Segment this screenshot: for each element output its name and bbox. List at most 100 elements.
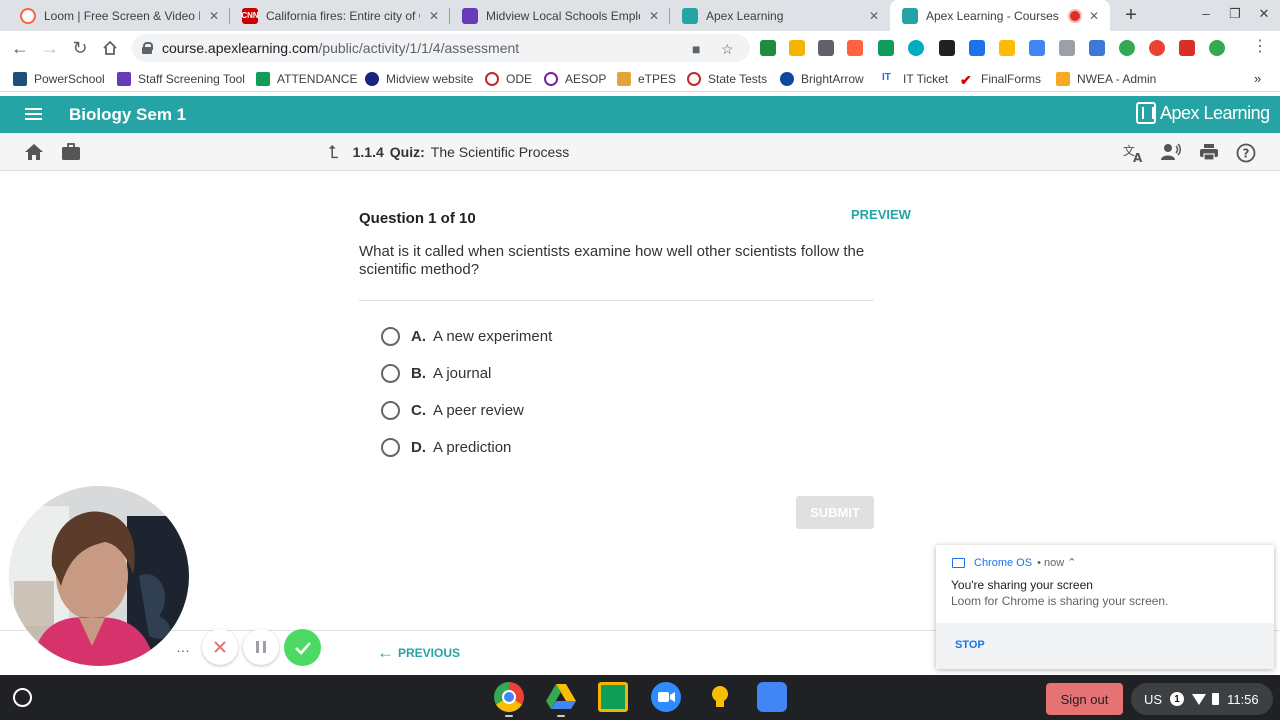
extension-icon[interactable] — [908, 40, 924, 56]
option-text: A journal — [433, 364, 492, 382]
option-text: A prediction — [433, 438, 512, 456]
extension-icon[interactable] — [1059, 40, 1075, 56]
briefcase-icon[interactable] — [61, 143, 81, 161]
course-title: Biology Sem 1 — [69, 105, 187, 124]
close-icon[interactable]: ✕ — [646, 8, 662, 24]
google-drive-icon[interactable] — [546, 682, 576, 712]
close-icon[interactable]: ✕ — [426, 8, 442, 24]
extension-icon[interactable] — [1149, 40, 1165, 56]
extension-icon[interactable] — [789, 40, 805, 56]
bookmarks-overflow-icon[interactable]: » — [1254, 70, 1261, 87]
google-keep-icon[interactable] — [705, 682, 735, 712]
bookmark-ode[interactable]: ODE — [485, 70, 532, 87]
extension-icon[interactable] — [1179, 40, 1195, 56]
sign-out-button[interactable]: Sign out — [1046, 683, 1123, 715]
extension-icon[interactable] — [818, 40, 834, 56]
bookmark-etpes[interactable]: eTPES — [617, 70, 676, 87]
google-classroom-icon[interactable] — [598, 682, 628, 712]
answer-option-d[interactable]: D. A prediction — [381, 437, 511, 457]
forward-icon[interactable]: → — [39, 37, 61, 59]
loom-cancel-button[interactable] — [202, 629, 238, 665]
bookmark-nwea[interactable]: NWEA - Admin — [1056, 70, 1156, 87]
bookmark-midview[interactable]: Midview website — [365, 70, 473, 87]
extension-icon[interactable] — [1089, 40, 1105, 56]
lock-icon — [142, 42, 153, 54]
arrow-left-icon: ← — [377, 643, 394, 662]
tab-apex-courses[interactable]: Apex Learning - Courses ✕ — [890, 0, 1110, 31]
more-icon: … — [176, 639, 190, 655]
close-icon[interactable]: ✕ — [206, 8, 222, 24]
minimize-icon[interactable]: – — [1196, 6, 1216, 21]
bookmark-label: FinalForms — [981, 71, 1042, 86]
answer-option-b[interactable]: B. A journal — [381, 363, 491, 383]
close-icon[interactable]: ✕ — [1086, 8, 1102, 24]
extension-icon[interactable] — [1119, 40, 1135, 56]
tab-midview-forms[interactable]: Midview Local Schools Employe ✕ — [450, 0, 670, 31]
answer-option-a[interactable]: A. A new experiment — [381, 326, 552, 346]
translate-icon[interactable]: 文A — [1123, 143, 1143, 165]
input-locale: US — [1144, 691, 1163, 707]
notification-time[interactable]: • now ⌃ — [1037, 556, 1076, 569]
chrome-icon[interactable] — [494, 682, 524, 712]
extension-icon[interactable] — [999, 40, 1015, 56]
extension-icon[interactable] — [878, 40, 894, 56]
bookmark-staff-screening[interactable]: Staff Screening Tool — [117, 70, 245, 87]
bookmark-attendance[interactable]: ATTENDANCE — [256, 70, 357, 87]
bookmark-aesop[interactable]: AESOP — [544, 70, 606, 87]
bookmark-state-tests[interactable]: State Tests — [687, 70, 767, 87]
extension-icon[interactable] — [1029, 40, 1045, 56]
menu-icon[interactable] — [25, 108, 42, 121]
home-icon[interactable] — [24, 143, 44, 161]
submit-button[interactable]: SUBMIT — [796, 496, 874, 529]
bookmark-label: eTPES — [638, 71, 677, 86]
bookmark-finalforms[interactable]: ✔ FinalForms — [960, 70, 1042, 88]
reload-icon[interactable]: ↻ — [69, 37, 91, 59]
svg-text:A: A — [1133, 151, 1143, 163]
loom-pause-button[interactable] — [243, 629, 279, 665]
bookmark-label: PowerSchool — [34, 71, 105, 86]
apex-logo: Apex Learning — [1136, 102, 1270, 124]
extension-icon[interactable] — [760, 40, 776, 56]
close-window-icon[interactable]: ✕ — [1254, 6, 1274, 22]
loom-finish-button[interactable] — [284, 629, 321, 666]
radio-button[interactable] — [381, 363, 400, 383]
extension-icon[interactable] — [1209, 40, 1225, 56]
tab-loom[interactable]: Loom | Free Screen & Video Rec ✕ — [8, 0, 230, 31]
home-icon[interactable] — [99, 37, 121, 59]
address-bar[interactable]: course.apexlearning.com/public/activity/… — [132, 34, 750, 62]
extension-icon[interactable] — [939, 40, 955, 56]
text-to-speech-icon[interactable] — [1160, 143, 1181, 161]
webcam-bubble[interactable] — [9, 486, 189, 666]
files-icon[interactable] — [757, 682, 787, 712]
extension-icon[interactable] — [847, 40, 863, 56]
star-icon[interactable]: ☆ — [721, 41, 734, 58]
answer-option-c[interactable]: C. A peer review — [381, 400, 524, 420]
tab-title: Loom | Free Screen & Video Rec — [44, 8, 200, 23]
restore-icon[interactable]: ❐ — [1225, 6, 1245, 22]
zoom-icon[interactable] — [651, 682, 681, 712]
stop-sharing-button[interactable]: STOP — [955, 639, 985, 651]
help-icon[interactable]: ? — [1236, 143, 1256, 163]
bookmark-powerschool[interactable]: PowerSchool — [13, 70, 105, 87]
tab-apex-learning[interactable]: Apex Learning ✕ — [670, 0, 890, 31]
launcher-icon[interactable] — [13, 688, 32, 707]
back-icon[interactable]: ← — [9, 37, 31, 59]
camera-icon[interactable]: ■ — [692, 41, 700, 57]
radio-button[interactable] — [381, 437, 400, 457]
print-icon[interactable] — [1199, 143, 1219, 161]
tab-cnn[interactable]: CNN California fires: Entire city of Ca … — [230, 0, 450, 31]
up-arrow-icon[interactable]: ⮤ — [328, 143, 339, 161]
loom-more-button[interactable]: … — [170, 634, 196, 660]
previous-button[interactable]: ← PREVIOUS — [377, 643, 460, 663]
preview-label: PREVIEW — [851, 207, 911, 222]
new-tab-button[interactable]: + — [1120, 4, 1142, 26]
brightarrow-icon — [780, 71, 794, 86]
close-icon[interactable]: ✕ — [866, 8, 882, 24]
google-drive-icon[interactable] — [969, 40, 985, 56]
bookmark-it-ticket[interactable]: IT IT Ticket — [882, 70, 948, 87]
bookmark-brightarrow[interactable]: BrightArrow — [780, 70, 864, 87]
status-tray[interactable]: US 1 11:56 — [1131, 683, 1273, 715]
browser-menu-icon[interactable]: ⋮ — [1252, 38, 1268, 58]
radio-button[interactable] — [381, 400, 400, 420]
radio-button[interactable] — [381, 326, 400, 346]
